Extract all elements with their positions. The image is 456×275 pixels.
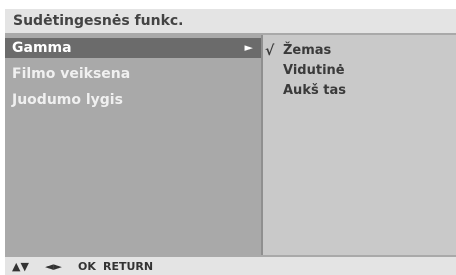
option-label: Žemas (283, 43, 332, 58)
menu-item-juodumo-lygis[interactable]: Juodumo lygis (5, 90, 261, 110)
arrow-right-icon: ► (244, 41, 253, 54)
menu-item-label: Gamma (12, 40, 72, 56)
updown-arrows-icon: ▲▼ (12, 260, 29, 273)
option-label: Vidutinė (283, 63, 345, 78)
option-aukstas[interactable]: Aukš tas (263, 81, 456, 101)
menu-item-label: Juodumo lygis (12, 92, 123, 108)
menu-panel: Gamma ► Filmo veiksena Juodumo lygis (5, 35, 261, 255)
option-label: Aukš tas (283, 83, 346, 98)
title-bar: Sudėtingesnės funkc. (5, 9, 456, 35)
menu-item-filmo-veiksena[interactable]: Filmo veiksena (5, 64, 261, 84)
leftright-arrows-icon: ◄► (45, 260, 62, 273)
menu-item-label: Filmo veiksena (12, 66, 131, 82)
submenu-panel: √ Žemas Vidutinė Aukš tas (263, 35, 456, 255)
ok-hint: OK (78, 260, 96, 273)
option-vidutine[interactable]: Vidutinė (263, 61, 456, 81)
footer-hints: ▲▼ ◄► OK RETURN (5, 255, 456, 275)
page-title: Sudėtingesnės funkc. (13, 13, 184, 29)
menu-item-gamma[interactable]: Gamma ► (5, 38, 261, 58)
return-hint: RETURN (103, 260, 154, 273)
osd-menu: Sudėtingesnės funkc. Gamma ► Filmo veiks… (5, 9, 456, 275)
option-zemas[interactable]: √ Žemas (263, 41, 456, 61)
checkmark-icon: √ (265, 43, 275, 59)
